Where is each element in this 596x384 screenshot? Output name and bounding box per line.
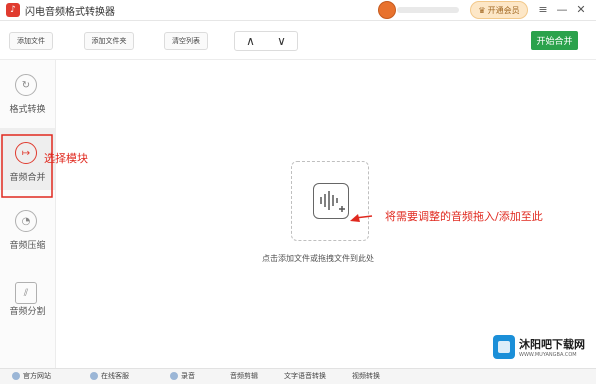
record-link[interactable]: 录音 <box>170 371 195 381</box>
text-speech-link[interactable]: 文字语音转换 <box>284 371 326 381</box>
video-convert-label: 视频转换 <box>352 372 380 380</box>
video-convert-link[interactable]: 视频转换 <box>352 371 380 381</box>
status-bar: 官方网站 在线客服 录音 音频剪辑 文字语音转换 视频转换 <box>0 368 596 384</box>
select-module-annotation: 选择模块 <box>44 152 88 165</box>
annotation-arrows <box>1 134 373 222</box>
audio-edit-link[interactable]: 音频剪辑 <box>230 371 258 381</box>
watermark-logo: 沐阳吧下载网 WWW.MUYANGBA.COM <box>493 331 589 363</box>
cube-icon <box>493 335 515 359</box>
home-icon <box>12 372 20 380</box>
watermark-name: 沐阳吧下载网 <box>519 338 585 351</box>
official-site-link[interactable]: 官方网站 <box>12 371 51 381</box>
audio-edit-label: 音频剪辑 <box>230 372 258 380</box>
headset-icon <box>90 372 98 380</box>
drag-hint-annotation: 将需要调整的音频拖入/添加至此 <box>385 210 543 223</box>
record-icon <box>170 372 178 380</box>
official-site-label: 官方网站 <box>23 372 51 380</box>
text-speech-label: 文字语音转换 <box>284 372 326 380</box>
record-label: 录音 <box>181 372 195 380</box>
online-support-link[interactable]: 在线客服 <box>90 371 129 381</box>
watermark-url: WWW.MUYANGBA.COM <box>519 352 577 358</box>
online-support-label: 在线客服 <box>101 372 129 380</box>
